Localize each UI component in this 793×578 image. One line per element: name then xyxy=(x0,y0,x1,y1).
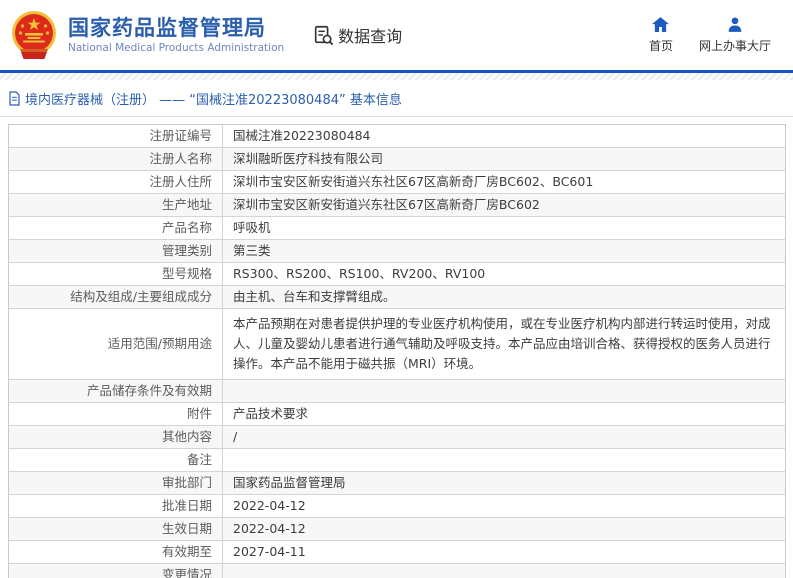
table-row: 注册证编号 国械注准20223080484 xyxy=(9,125,786,148)
nav-home[interactable]: 首页 xyxy=(649,17,673,54)
nav-data-query[interactable]: 数据查询 xyxy=(312,23,402,47)
row-label: 适用范围/预期用途 xyxy=(9,309,223,380)
row-label: 型号规格 xyxy=(9,263,223,286)
row-label: 注册证编号 xyxy=(9,125,223,148)
row-value: 产品技术要求 xyxy=(223,403,786,426)
breadcrumb: 境内医疗器械（注册） —— “国械注准20223080484” 基本信息 xyxy=(0,80,793,117)
row-label: 附件 xyxy=(9,403,223,426)
document-icon xyxy=(8,91,21,106)
row-label: 注册人住所 xyxy=(9,171,223,194)
row-value xyxy=(223,449,786,472)
national-emblem-logo xyxy=(8,9,60,61)
row-label: 变更情况 xyxy=(9,564,223,578)
org-name-en: National Medical Products Administration xyxy=(68,41,284,55)
row-value: RS300、RS200、RS100、RV200、RV100 xyxy=(223,263,786,286)
row-value: 国家药品监督管理局 xyxy=(223,472,786,495)
row-label: 批准日期 xyxy=(9,495,223,518)
table-row: 产品储存条件及有效期 xyxy=(9,380,786,403)
table-row: 其他内容 / xyxy=(9,426,786,449)
table-row: 批准日期 2022-04-12 xyxy=(9,495,786,518)
table-row: 管理类别 第三类 xyxy=(9,240,786,263)
breadcrumb-text: 境内医疗器械（注册） —— “国械注准20223080484” 基本信息 xyxy=(25,89,402,108)
user-icon xyxy=(727,17,743,32)
row-label: 产品储存条件及有效期 xyxy=(9,380,223,403)
row-label: 生产地址 xyxy=(9,194,223,217)
home-icon xyxy=(652,17,669,32)
brand-text: 国家药品监督管理局 National Medical Products Admi… xyxy=(68,15,284,55)
row-label: 生效日期 xyxy=(9,518,223,541)
row-value: 国械注准20223080484 xyxy=(223,125,786,148)
table-row: 注册人住所 深圳市宝安区新安街道兴东社区67区高新奇厂房BC602、BC601 xyxy=(9,171,786,194)
row-value: 深圳融昕医疗科技有限公司 xyxy=(223,148,786,171)
stripe-band xyxy=(0,73,793,80)
table-row: 审批部门 国家药品监督管理局 xyxy=(9,472,786,495)
row-value: 2022-04-12 xyxy=(223,518,786,541)
row-label: 管理类别 xyxy=(9,240,223,263)
brand[interactable]: 国家药品监督管理局 National Medical Products Admi… xyxy=(8,9,284,61)
row-value: 本产品预期在对患者提供护理的专业医疗机构使用，或在专业医疗机构内部进行转运时使用… xyxy=(223,309,786,380)
table-row: 生效日期 2022-04-12 xyxy=(9,518,786,541)
row-label: 有效期至 xyxy=(9,541,223,564)
row-value: 2027-04-11 xyxy=(223,541,786,564)
table-row: 变更情况 xyxy=(9,564,786,578)
data-query-label: 数据查询 xyxy=(338,23,402,47)
table-row: 附件 产品技术要求 xyxy=(9,403,786,426)
row-value: 2022-04-12 xyxy=(223,495,786,518)
row-label: 产品名称 xyxy=(9,217,223,240)
row-label: 审批部门 xyxy=(9,472,223,495)
nav-service-hall[interactable]: 网上办事大厅 xyxy=(699,17,771,54)
table-row: 备注 xyxy=(9,449,786,472)
top-nav: 首页 网上办事大厅 xyxy=(649,17,771,54)
nav-home-label: 首页 xyxy=(649,37,673,54)
row-value: 由主机、台车和支撑臂组成。 xyxy=(223,286,786,309)
table-row: 产品名称 呼吸机 xyxy=(9,217,786,240)
row-value: 第三类 xyxy=(223,240,786,263)
row-value: 深圳市宝安区新安街道兴东社区67区高新奇厂房BC602、BC601 xyxy=(223,171,786,194)
nav-service-hall-label: 网上办事大厅 xyxy=(699,37,771,54)
table-row: 结构及组成/主要组成成分 由主机、台车和支撑臂组成。 xyxy=(9,286,786,309)
org-name: 国家药品监督管理局 xyxy=(68,15,284,41)
row-label: 注册人名称 xyxy=(9,148,223,171)
table-row: 型号规格 RS300、RS200、RS100、RV200、RV100 xyxy=(9,263,786,286)
table-row: 有效期至 2027-04-11 xyxy=(9,541,786,564)
row-label: 备注 xyxy=(9,449,223,472)
site-header: 国家药品监督管理局 National Medical Products Admi… xyxy=(0,0,793,70)
row-value xyxy=(223,380,786,403)
row-value: 呼吸机 xyxy=(223,217,786,240)
table-row: 适用范围/预期用途 本产品预期在对患者提供护理的专业医疗机构使用，或在专业医疗机… xyxy=(9,309,786,380)
row-value xyxy=(223,564,786,578)
table-row: 注册人名称 深圳融昕医疗科技有限公司 xyxy=(9,148,786,171)
registration-info-table: 注册证编号 国械注准20223080484 注册人名称 深圳融昕医疗科技有限公司… xyxy=(8,124,786,578)
document-search-icon xyxy=(312,24,334,46)
table-row: 生产地址 深圳市宝安区新安街道兴东社区67区高新奇厂房BC602 xyxy=(9,194,786,217)
row-value: 深圳市宝安区新安街道兴东社区67区高新奇厂房BC602 xyxy=(223,194,786,217)
row-label: 其他内容 xyxy=(9,426,223,449)
row-value: / xyxy=(223,426,786,449)
row-label: 结构及组成/主要组成成分 xyxy=(9,286,223,309)
